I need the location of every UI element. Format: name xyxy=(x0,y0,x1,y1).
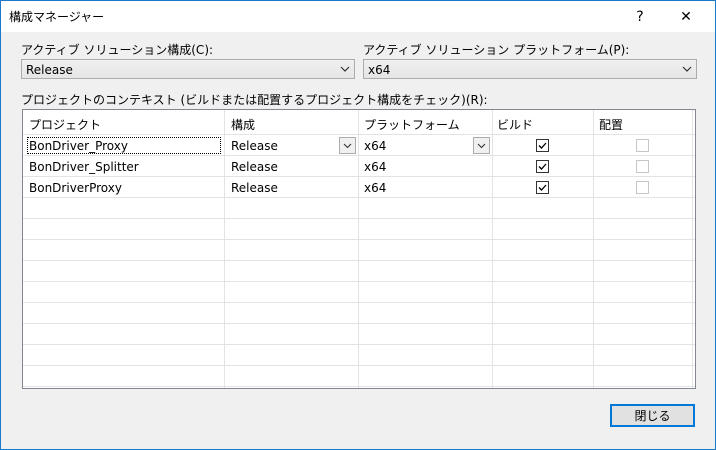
active-config-value: Release xyxy=(26,63,73,77)
checkmark-icon xyxy=(538,142,547,149)
active-config-label: アクティブ ソリューション構成(C): xyxy=(21,43,214,57)
configuration-manager-dialog: 構成マネージャー ? ✕ アクティブ ソリューション構成(C): Release… xyxy=(0,0,716,450)
project-context-label: プロジェクトのコンテキスト (ビルドまたは配置するプロジェクト構成をチェック)(… xyxy=(21,93,488,107)
deploy-checkbox[interactable] xyxy=(636,181,649,194)
chevron-down-icon xyxy=(682,66,692,72)
deploy-checkbox[interactable] xyxy=(636,139,649,152)
chevron-down-icon xyxy=(477,143,486,149)
active-platform-combo[interactable]: x64 xyxy=(363,59,697,79)
close-window-button[interactable]: ✕ xyxy=(663,1,709,32)
platform-value[interactable]: x64 xyxy=(364,139,386,153)
project-context-grid[interactable]: プロジェクト 構成 プラットフォーム ビルド 配置 BonDriver_Prox… xyxy=(22,109,696,389)
platform-value[interactable]: x64 xyxy=(364,160,386,174)
project-name[interactable]: BonDriver_Proxy xyxy=(29,139,128,153)
active-platform-value: x64 xyxy=(368,63,391,77)
project-name[interactable]: BonDriver_Splitter xyxy=(29,160,139,174)
build-checkbox[interactable] xyxy=(536,181,549,194)
active-platform-label: アクティブ ソリューション プラットフォーム(P): xyxy=(363,43,630,57)
config-dropdown-button[interactable] xyxy=(339,137,356,154)
build-checkbox[interactable] xyxy=(536,160,549,173)
config-value[interactable]: Release xyxy=(231,139,278,153)
platform-dropdown-button[interactable] xyxy=(473,137,490,154)
column-header-deploy[interactable]: 配置 xyxy=(599,116,623,133)
deploy-checkbox[interactable] xyxy=(636,160,649,173)
build-checkbox[interactable] xyxy=(536,139,549,152)
chevron-down-icon xyxy=(340,66,350,72)
title-bar: 構成マネージャー ? ✕ xyxy=(1,1,715,32)
platform-value[interactable]: x64 xyxy=(364,181,386,195)
project-name[interactable]: BonDriverProxy xyxy=(29,181,122,195)
help-button[interactable]: ? xyxy=(617,1,663,32)
help-icon: ? xyxy=(636,8,644,25)
config-value[interactable]: Release xyxy=(231,160,278,174)
checkmark-icon xyxy=(538,184,547,191)
chevron-down-icon xyxy=(343,143,352,149)
column-header-project[interactable]: プロジェクト xyxy=(29,116,101,133)
close-button[interactable]: 閉じる xyxy=(610,404,695,427)
column-header-platform[interactable]: プラットフォーム xyxy=(364,116,460,133)
checkmark-icon xyxy=(538,163,547,170)
window-title: 構成マネージャー xyxy=(9,10,105,24)
close-icon: ✕ xyxy=(680,8,692,25)
active-config-combo[interactable]: Release xyxy=(21,59,355,79)
column-header-build[interactable]: ビルド xyxy=(497,116,533,133)
column-header-config[interactable]: 構成 xyxy=(231,116,255,133)
config-value[interactable]: Release xyxy=(231,181,278,195)
